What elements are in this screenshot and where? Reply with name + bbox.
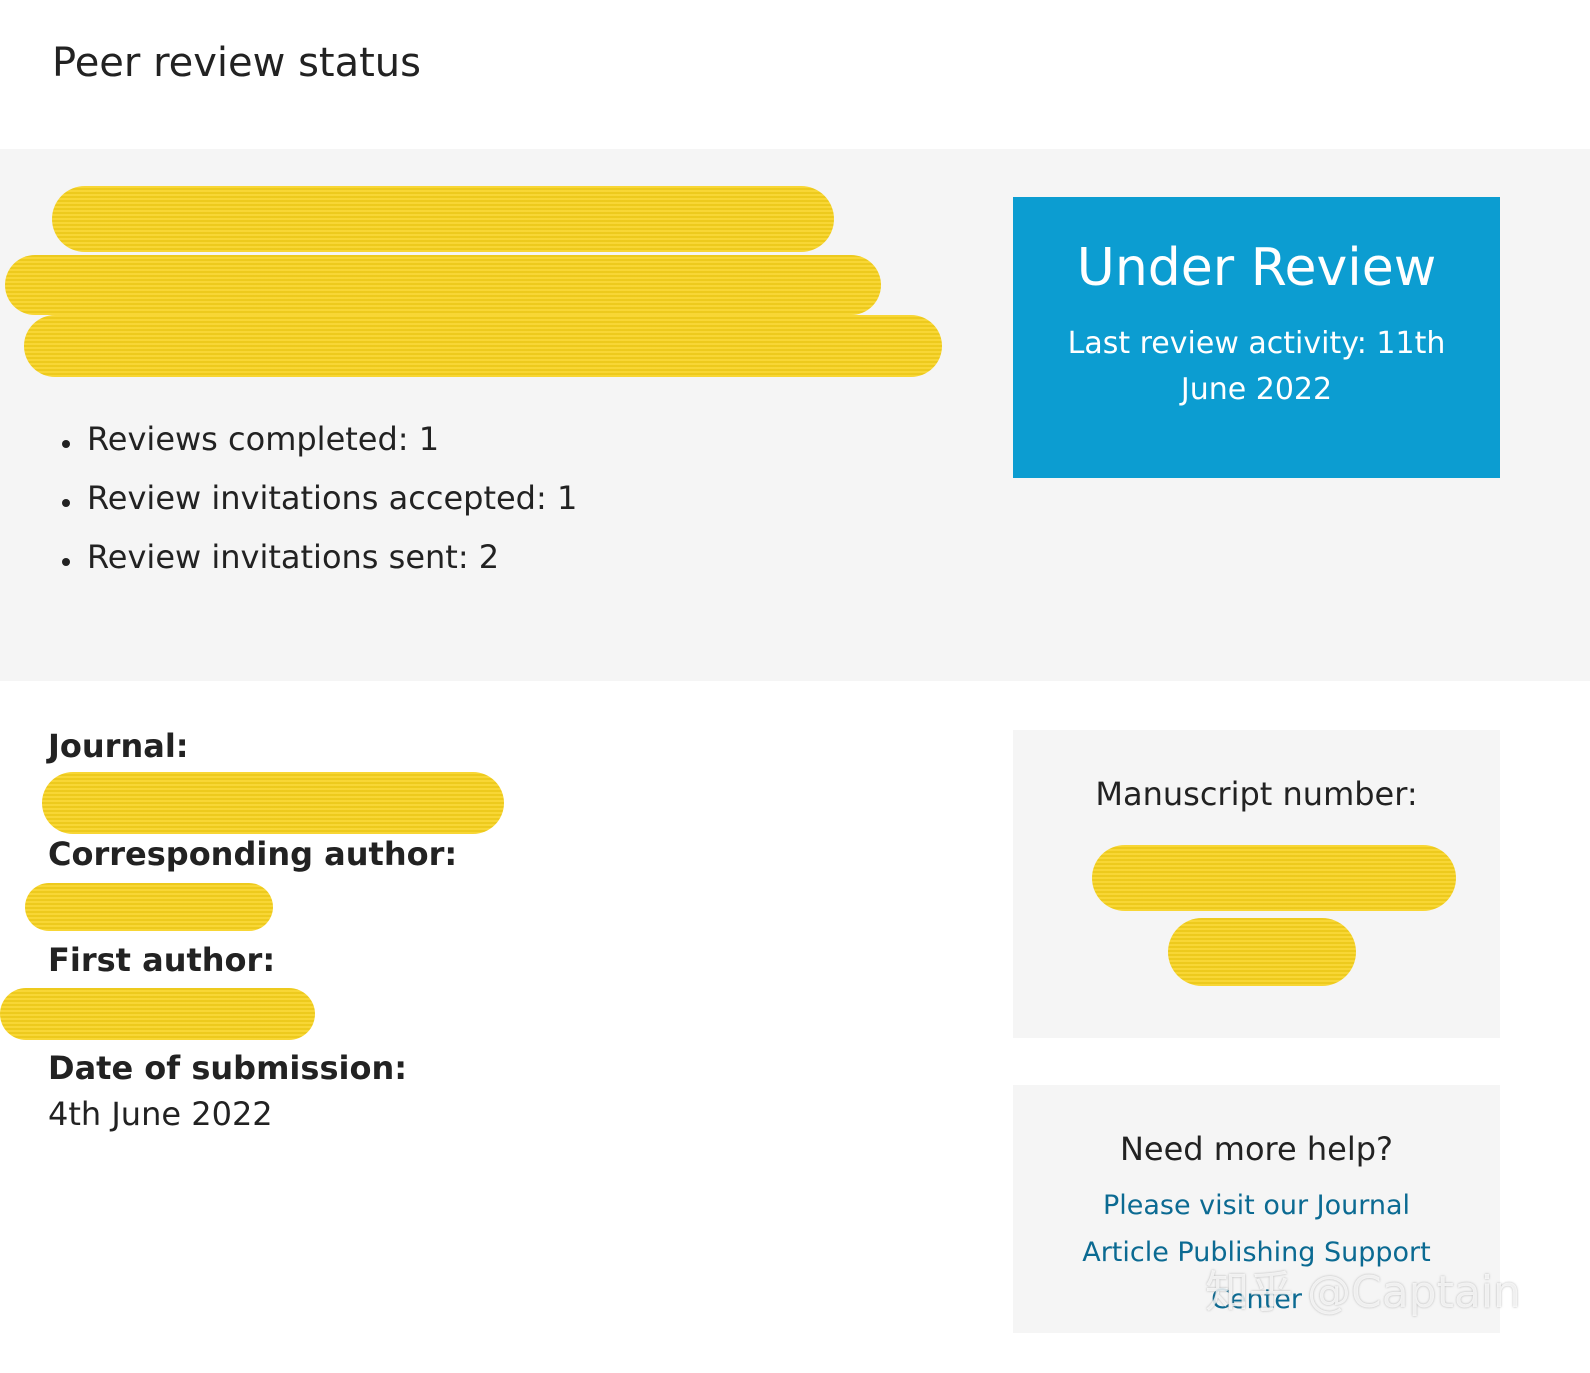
- status-card: Under Review Last review activity: 11th …: [1013, 197, 1500, 478]
- page-title: Peer review status: [52, 40, 421, 86]
- corresponding-author-label: Corresponding author:: [48, 835, 458, 873]
- last-review-activity: Last review activity: 11th June 2022: [1067, 326, 1446, 407]
- redacted-corresponding-author: [25, 883, 273, 931]
- journal-label: Journal:: [48, 727, 189, 765]
- redacted-title-line-1: [52, 186, 834, 252]
- date-of-submission-value: 4th June 2022: [48, 1095, 273, 1133]
- redacted-manuscript-number-line-2: [1168, 918, 1356, 986]
- redacted-first-author: [0, 988, 315, 1040]
- reviews-completed: Reviews completed: 1: [60, 420, 577, 479]
- redacted-journal-name: [42, 772, 504, 834]
- redacted-title-line-2: [5, 255, 881, 315]
- status-heading: Under Review: [1076, 238, 1437, 298]
- first-author-label: First author:: [48, 941, 276, 979]
- manuscript-number-label: Manuscript number:: [1095, 775, 1418, 813]
- help-heading: Need more help?: [1119, 1130, 1393, 1168]
- review-invitations-accepted: Review invitations accepted: 1: [60, 479, 577, 538]
- review-stats-list: Reviews completed: 1 Review invitations …: [60, 420, 577, 597]
- review-invitations-sent: Review invitations sent: 2: [60, 538, 577, 597]
- redacted-title-line-3: [24, 315, 942, 377]
- redacted-manuscript-number-line-1: [1092, 845, 1456, 911]
- watermark-text: 知乎 @Captain: [1205, 1267, 1521, 1318]
- date-of-submission-label: Date of submission:: [48, 1049, 408, 1087]
